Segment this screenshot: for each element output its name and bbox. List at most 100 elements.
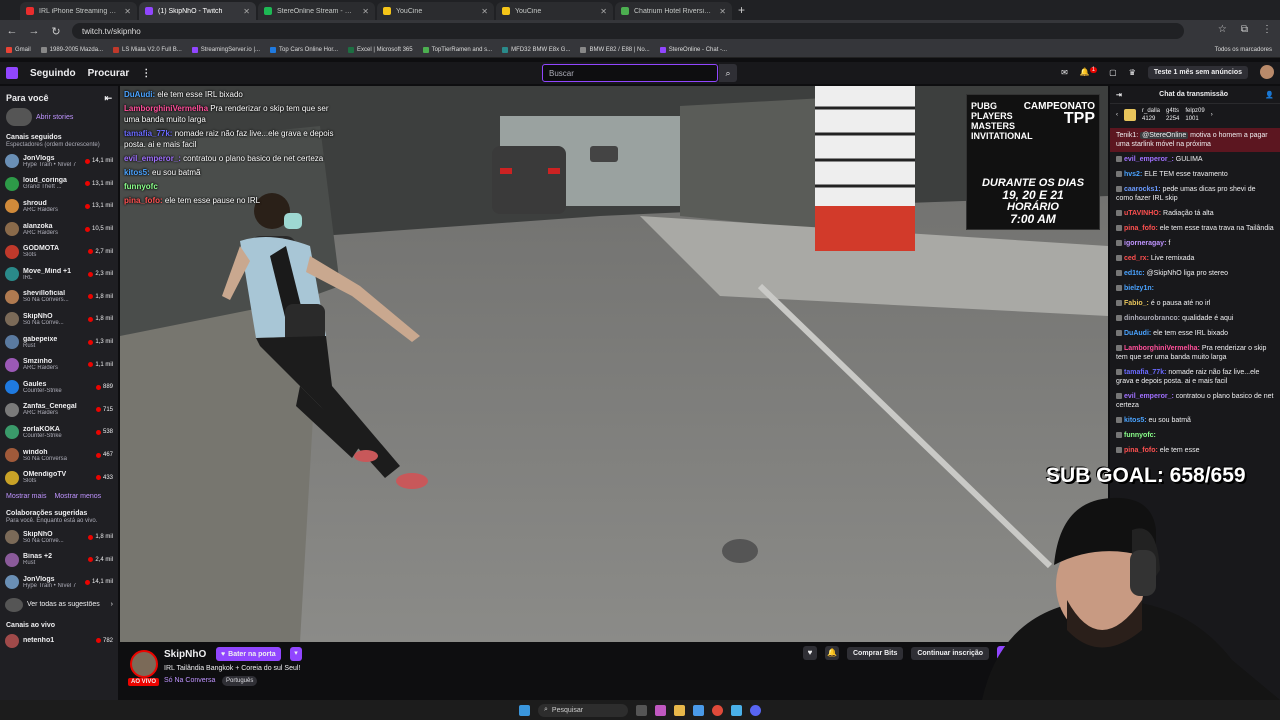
streamer-avatar[interactable] bbox=[130, 650, 158, 678]
chat-author[interactable]: evil_emperor_: bbox=[1124, 156, 1174, 163]
back-icon[interactable]: ← bbox=[6, 25, 18, 37]
bookmark-item[interactable]: Top Cars Online Hor... bbox=[270, 46, 338, 53]
copilot-icon[interactable] bbox=[655, 704, 666, 716]
browser-tab[interactable]: (1) SkipNhO - Twitch ✕ bbox=[139, 2, 256, 20]
open-stories-link[interactable]: Abrir stories bbox=[36, 114, 73, 121]
buy-bits-button[interactable]: Comprar Bits bbox=[847, 646, 904, 660]
chevron-right-icon[interactable]: › bbox=[1211, 112, 1213, 118]
sidebar-channel[interactable]: JonVlogs Hype Train • Nível 7 14,1 mil bbox=[0, 571, 118, 594]
close-icon[interactable]: ✕ bbox=[124, 7, 131, 16]
search-input[interactable]: Buscar bbox=[542, 64, 718, 82]
all-bookmarks[interactable]: Todos os marcadores bbox=[1215, 47, 1272, 53]
sidebar-channel[interactable]: windoh Só Na Conversa 467 bbox=[0, 444, 118, 467]
chat-author[interactable]: uTAVINHO: bbox=[1124, 210, 1161, 217]
notifications-icon[interactable]: 🔔 1 bbox=[1080, 67, 1098, 77]
chat-author[interactable]: DuAudi: bbox=[1124, 330, 1151, 337]
bell-icon[interactable]: 🔔 bbox=[825, 646, 839, 660]
new-tab-icon[interactable]: + bbox=[738, 3, 745, 17]
sidebar-channel[interactable]: shevilloficial Só Na Convers... 1,8 mil bbox=[0, 286, 118, 309]
see-all-suggestions[interactable]: Ver todas as sugestões › bbox=[0, 594, 118, 617]
sidebar-channel[interactable]: Binas +2 Rust 2,4 mil bbox=[0, 549, 118, 572]
turbo-button[interactable]: Teste 1 mês sem anúncios bbox=[1147, 65, 1248, 79]
browser-tab[interactable]: StereOnline Stream - Watch Live ✕ bbox=[258, 2, 375, 20]
browser-tab[interactable]: YouCine ✕ bbox=[496, 2, 613, 20]
chat-author[interactable]: tamafia_77k: bbox=[1124, 369, 1166, 376]
reload-icon[interactable]: ↻ bbox=[50, 25, 62, 38]
bookmark-item[interactable]: Gmail bbox=[6, 46, 31, 53]
bookmark-item[interactable]: BMW E82 / E88 | No... bbox=[580, 46, 650, 53]
bookmark-item[interactable]: 1989-2005 Mazda... bbox=[40, 46, 103, 53]
streamer-name[interactable]: SkipNhO bbox=[164, 649, 206, 660]
follow-button[interactable]: ♥ Bater na porta bbox=[216, 647, 281, 661]
show-less-link[interactable]: Mostrar menos bbox=[54, 493, 101, 500]
chat-author[interactable]: ced_rx: bbox=[1124, 255, 1149, 262]
bookmark-item[interactable]: LS Miata V2.0 Full B... bbox=[113, 46, 182, 53]
sidebar-channel[interactable]: OMendigoTV Slots 433 bbox=[0, 466, 118, 489]
sidebar-channel[interactable]: netenho1 782 bbox=[0, 629, 118, 652]
sidebar-channel[interactable]: Move_Mind +1 IRL 2,3 mil bbox=[0, 263, 118, 286]
chat-author[interactable]: pina_fofo: bbox=[1124, 225, 1158, 232]
twitch-logo-icon[interactable] bbox=[6, 67, 18, 79]
menu-icon[interactable]: ⋮ bbox=[1262, 24, 1272, 35]
pinned-author[interactable]: Tenik1: bbox=[1116, 132, 1138, 139]
stream-category[interactable]: Só Na Conversa bbox=[164, 677, 215, 684]
chat-author[interactable]: bielzy1n: bbox=[1124, 285, 1154, 292]
star-icon[interactable]: ☆ bbox=[1218, 24, 1227, 35]
sidebar-channel[interactable]: Zanfas_Cenegal ARC Raiders 715 bbox=[0, 399, 118, 422]
folder-icon[interactable] bbox=[674, 704, 685, 716]
chat-author[interactable]: LamborghiniVermelha: bbox=[1124, 345, 1200, 352]
close-icon[interactable]: ✕ bbox=[719, 7, 726, 16]
url-field[interactable]: twitch.tv/skipnho bbox=[72, 23, 1184, 39]
heart-icon[interactable]: ♥ bbox=[803, 646, 817, 660]
leaderboard-entry[interactable]: felpz09 1001 bbox=[1185, 107, 1204, 123]
sidebar-channel[interactable]: JonVlogs Hype Train • Nível 7 14,1 mil bbox=[0, 150, 118, 173]
close-icon[interactable]: ✕ bbox=[481, 7, 488, 16]
browser-tab[interactable]: Chatrium Hotel Riverside Bangkok ✕ bbox=[615, 2, 732, 20]
chat-author[interactable]: evil_emperor_: bbox=[1124, 393, 1174, 400]
bookmark-item[interactable]: StreamingServer.io |... bbox=[191, 46, 260, 53]
sidebar-channel[interactable]: SkipNhO Só Na Conve... 1,8 mil bbox=[0, 308, 118, 331]
browser-tab[interactable]: YouCine ✕ bbox=[377, 2, 494, 20]
chat-author[interactable]: hvs2: bbox=[1124, 171, 1142, 178]
prime-icon[interactable]: ♛ bbox=[1129, 68, 1136, 77]
follow-dropdown-icon[interactable]: ▾ bbox=[290, 647, 302, 661]
sidebar-channel[interactable]: GODMOTA Slots 2,7 mil bbox=[0, 240, 118, 263]
chat-author[interactable]: dinhourobranco: bbox=[1124, 315, 1180, 322]
bookmark-item[interactable]: MFD32 BMW E8x G... bbox=[502, 46, 570, 53]
sidebar-channel[interactable]: zorlaKOKA Counter-Strike 538 bbox=[0, 421, 118, 444]
browser-tab[interactable]: IRL iPhone Streaming with 5 SIMs ✕ bbox=[20, 2, 137, 20]
store-icon[interactable] bbox=[693, 704, 704, 716]
close-icon[interactable]: ✕ bbox=[600, 7, 607, 16]
nav-browse[interactable]: Procurar bbox=[88, 68, 130, 79]
show-more-link[interactable]: Mostrar mais bbox=[6, 493, 46, 500]
user-avatar[interactable] bbox=[1260, 65, 1274, 79]
extensions-icon[interactable]: ⧉ bbox=[1241, 24, 1248, 35]
bookmark-item[interactable]: TopTierRamen and s... bbox=[422, 46, 492, 53]
users-icon[interactable]: 👤 bbox=[1265, 91, 1274, 99]
chat-author[interactable]: igorneragay: bbox=[1124, 240, 1166, 247]
chevron-left-icon[interactable]: ‹ bbox=[1116, 112, 1118, 118]
search-icon[interactable]: ⌕ bbox=[719, 64, 737, 82]
leaderboard-entry[interactable]: r_dalla 4129 bbox=[1142, 107, 1160, 123]
leaderboard-entry[interactable]: g4tts 2254 bbox=[1166, 107, 1179, 123]
close-icon[interactable]: ✕ bbox=[243, 7, 250, 16]
followed-sort[interactable]: Espectadores (ordem decrescente) bbox=[0, 141, 118, 150]
sidebar-channel[interactable]: SkipNhO Só Na Conve... 1,8 mil bbox=[0, 526, 118, 549]
gift-sub-button[interactable] bbox=[997, 646, 1008, 660]
chat-author[interactable]: caarocks1: bbox=[1124, 186, 1161, 193]
chat-author[interactable]: kitos5: bbox=[1124, 417, 1147, 424]
bookmark-item[interactable]: StereOnline - Chat -... bbox=[659, 46, 727, 53]
chat-author[interactable]: funnyofc: bbox=[1124, 432, 1156, 439]
task-view-icon[interactable] bbox=[636, 704, 647, 716]
nav-more-icon[interactable]: ⋮ bbox=[141, 68, 151, 79]
chat-author[interactable]: Fabio_: bbox=[1124, 300, 1149, 307]
inbox-icon[interactable]: ✉ bbox=[1061, 68, 1068, 77]
notepad-icon[interactable] bbox=[731, 704, 742, 716]
collapse-chat-icon[interactable]: ⇥ bbox=[1116, 91, 1122, 99]
forward-icon[interactable]: → bbox=[28, 25, 40, 37]
continue-sub-button[interactable]: Continuar inscrição bbox=[911, 646, 990, 660]
sidebar-channel[interactable]: shroud ARC Raiders 13,1 mil bbox=[0, 195, 118, 218]
nav-following[interactable]: Seguindo bbox=[30, 68, 76, 79]
windows-start-icon[interactable] bbox=[519, 704, 530, 716]
bookmark-item[interactable]: Excel | Microsoft 365 bbox=[348, 46, 413, 53]
